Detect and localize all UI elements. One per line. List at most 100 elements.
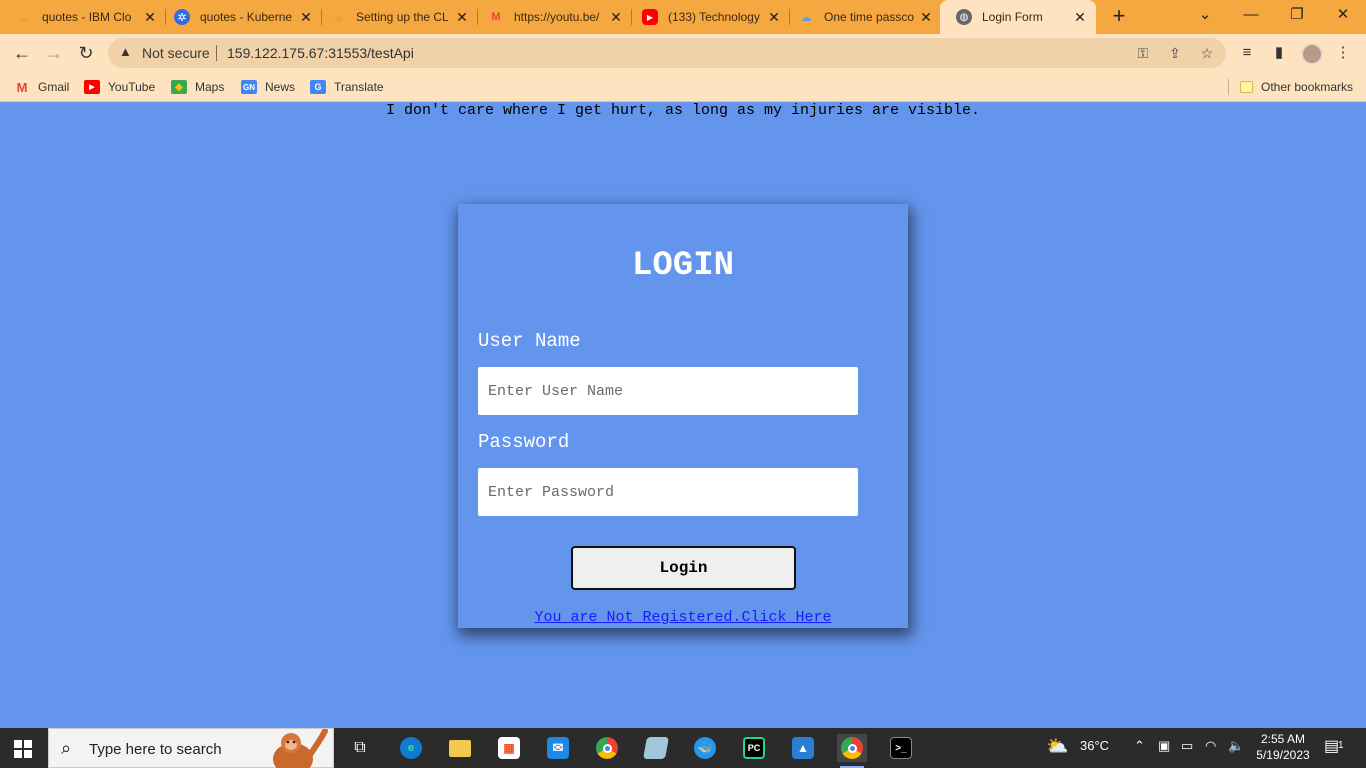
password-label: Password <box>478 431 570 453</box>
wifi-icon[interactable]: ◠ <box>1205 738 1216 754</box>
bookmark-label: YouTube <box>108 80 156 94</box>
mail-icon[interactable]: ✉ <box>543 734 573 762</box>
tab-setting-up-cli[interactable]: ☁ Setting up the CL ✕ <box>314 0 478 34</box>
quote-text: I don't care where I get hurt, as long a… <box>385 102 981 119</box>
chrome-active-icon[interactable] <box>837 734 867 768</box>
tab-title: Login Form <box>982 10 1043 24</box>
docker-icon[interactable]: 🐳 <box>690 734 720 762</box>
terminal-icon[interactable]: >_ <box>886 734 916 762</box>
photos-icon[interactable]: ▲ <box>788 734 818 762</box>
browser-toolbar: ← → ↻ ▲ Not secure 159.122.175.67:31553/… <box>0 34 1366 72</box>
meet-now-icon[interactable]: ▣ <box>1158 738 1170 754</box>
bookmark-label: Gmail <box>38 80 70 94</box>
window-close-button[interactable]: ✕ <box>1320 0 1366 30</box>
url-text[interactable]: 159.122.175.67:31553/testApi <box>227 45 414 61</box>
tab-title: quotes - IBM Clo <box>42 10 132 24</box>
reading-list-icon[interactable]: ≡ <box>1237 43 1257 63</box>
bookmark-youtube[interactable]: ▶ YouTube <box>84 78 155 96</box>
orangutan-illustration-icon <box>273 729 328 768</box>
bookmark-gmail[interactable]: M Gmail <box>14 78 70 96</box>
notes-app-icon[interactable] <box>641 734 671 762</box>
tab-quotes-ibm[interactable]: ☁ quotes - IBM Clo ✕ <box>0 0 166 34</box>
address-bar[interactable]: ▲ Not secure 159.122.175.67:31553/testAp… <box>108 38 1226 68</box>
password-input[interactable] <box>478 468 858 516</box>
search-placeholder: Type here to search <box>89 741 222 758</box>
clock-time: 2:55 AM <box>1260 732 1306 746</box>
other-bookmarks[interactable]: Other bookmarks <box>1240 78 1353 96</box>
share-icon[interactable]: ⇪ <box>1166 44 1184 62</box>
warning-icon[interactable]: ▲ <box>119 45 133 59</box>
tab-one-time-passcode[interactable]: ☁ One time passco ✕ <box>782 0 942 34</box>
show-hidden-icons-chevron-icon[interactable]: ⌃ <box>1134 738 1145 754</box>
tab-youtu-be[interactable]: M https://youtu.be/ ✕ <box>472 0 632 34</box>
close-icon[interactable]: ✕ <box>142 9 158 25</box>
pycharm-icon[interactable]: PC <box>739 734 769 762</box>
youtube-icon: ▶ <box>84 80 100 94</box>
bookmark-label: Maps <box>195 80 225 94</box>
bookmark-label: News <box>265 80 296 94</box>
key-icon[interactable]: ⚿ <box>1134 44 1152 62</box>
battery-icon[interactable]: ▭ <box>1181 738 1193 754</box>
close-icon[interactable]: ✕ <box>298 9 314 25</box>
close-icon[interactable]: ✕ <box>918 9 934 25</box>
microsoft-store-icon[interactable]: ▦ <box>494 734 524 762</box>
tab-search-chevron-icon[interactable]: ⌄ <box>1182 0 1228 30</box>
restore-button[interactable]: ❐ <box>1274 0 1320 30</box>
login-title: LOGIN <box>631 247 735 285</box>
close-icon[interactable]: ✕ <box>766 9 782 25</box>
weather-temp[interactable]: 36°C <box>1080 738 1109 753</box>
username-input[interactable] <box>478 367 858 415</box>
edge-browser-icon[interactable]: e <box>396 734 426 762</box>
new-tab-button[interactable]: + <box>1106 4 1132 30</box>
bookmark-news[interactable]: GN News <box>241 78 295 96</box>
bookmark-translate[interactable]: G Translate <box>310 78 384 96</box>
tab-quotes-kubernetes[interactable]: ✲ quotes - Kuberne ✕ <box>158 0 322 34</box>
close-icon[interactable]: ✕ <box>1072 9 1088 25</box>
reload-icon[interactable]: ↻ <box>72 39 100 67</box>
bookmarks-divider <box>1228 79 1229 95</box>
clock-date: 5/19/2023 <box>1256 748 1310 762</box>
windows-start-icon[interactable] <box>14 740 32 758</box>
tab-strip: ☁ quotes - IBM Clo ✕ ✲ quotes - Kuberne … <box>0 0 1366 34</box>
folder-icon <box>1240 81 1253 93</box>
back-arrow-icon[interactable]: ← <box>8 39 36 67</box>
tab-login-form[interactable]: ◍ Login Form ✕ <box>940 0 1096 34</box>
file-explorer-icon[interactable] <box>445 734 475 762</box>
close-icon[interactable]: ✕ <box>454 9 470 25</box>
minimize-button[interactable]: — <box>1228 0 1274 30</box>
side-panel-icon[interactable]: ▮ <box>1269 43 1289 63</box>
search-icon: ⌕ <box>61 738 72 758</box>
gmail-icon: M <box>491 11 501 23</box>
bookmark-star-icon[interactable]: ☆ <box>1198 44 1216 62</box>
forward-arrow-icon[interactable]: → <box>40 39 68 67</box>
register-link[interactable]: You are Not Registered.Click Here <box>458 609 908 626</box>
tab-title: Setting up the CL <box>356 10 448 24</box>
task-view-icon[interactable]: ⧉ <box>345 734 375 762</box>
notifications-icon[interactable]: ▤ <box>1324 736 1339 756</box>
bookmark-label: Translate <box>334 80 384 94</box>
taskbar-search[interactable]: ⌕ Type here to search <box>48 728 334 768</box>
more-menu-icon[interactable]: ⋮ <box>1333 43 1353 63</box>
tab-title: quotes - Kuberne <box>200 10 292 24</box>
security-label[interactable]: Not secure <box>142 45 210 61</box>
close-icon[interactable]: ✕ <box>608 9 624 25</box>
bookmarks-bar: M Gmail ▶ YouTube ◆ Maps GN News G Trans… <box>0 72 1366 102</box>
taskbar: ⌕ Type here to search ⧉ e ▦ ✉ 🐳 PC ▲ >_ … <box>0 728 1366 768</box>
profile-avatar[interactable] <box>1301 43 1323 65</box>
tab-title: One time passco <box>824 10 915 24</box>
system-clock[interactable]: 2:55 AM 5/19/2023 <box>1256 731 1310 763</box>
cloud-icon: ☁ <box>18 11 30 24</box>
omnibox-divider <box>216 45 217 61</box>
onedrive-icon: ☁ <box>800 11 812 24</box>
youtube-icon: ▶ <box>642 9 658 25</box>
notification-count: 1 <box>1338 740 1344 751</box>
volume-icon[interactable]: 🔈 <box>1228 738 1244 754</box>
weather-icon[interactable]: ⛅ <box>1046 736 1068 757</box>
username-label: User Name <box>478 330 581 352</box>
bookmark-maps[interactable]: ◆ Maps <box>171 78 224 96</box>
login-button[interactable]: Login <box>571 546 796 590</box>
tab-technology[interactable]: ▶ (133) Technology ✕ <box>626 0 790 34</box>
other-bookmarks-label: Other bookmarks <box>1261 80 1354 94</box>
chrome-icon[interactable] <box>592 734 622 762</box>
maps-icon: ◆ <box>171 80 187 94</box>
